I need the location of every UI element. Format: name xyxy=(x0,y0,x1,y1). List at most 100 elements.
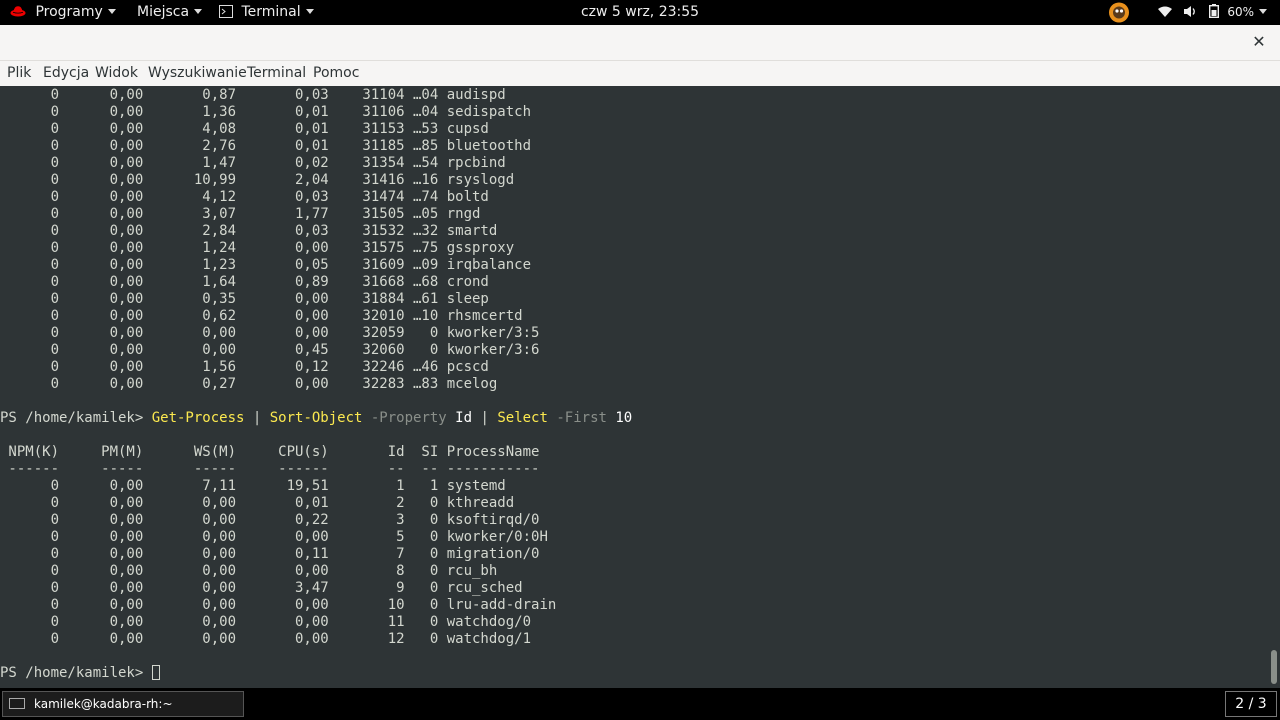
prompt-line: PS /home/kamilek> xyxy=(0,664,160,682)
command-cmdlet: Get-Process xyxy=(151,410,245,426)
menu-terminal[interactable]: Terminal xyxy=(247,61,306,86)
table-row: 0 0,00 0,62 0,00 32010 …10 rhsmcertd xyxy=(0,308,523,325)
terminal-app-icon xyxy=(219,4,233,18)
row-text: 0 0,00 0,62 0,00 32010 …10 rhsmcertd xyxy=(0,308,523,324)
terminal-app-label: Terminal xyxy=(241,4,301,20)
row-text: 0 0,00 0,27 0,00 32283 …83 mcelog xyxy=(0,376,498,392)
prompt: PS /home/kamilek> xyxy=(0,410,152,426)
places-label: Miejsca xyxy=(137,4,190,20)
table-header-underline: ------ ----- ----- ------ -- -- --------… xyxy=(0,461,539,478)
battery-icon xyxy=(1208,4,1219,19)
clock[interactable]: czw 5 wrz, 23:55 xyxy=(581,4,699,20)
cursor[interactable] xyxy=(151,664,160,680)
table-row: 0 0,00 7,11 19,51 1 1 systemd xyxy=(0,478,506,495)
menu-pomoc[interactable]: Pomoc xyxy=(313,61,359,86)
command-argument: Id xyxy=(446,410,473,426)
row-text: 0 0,00 0,00 0,22 3 0 ksoftirqd/0 xyxy=(0,512,540,528)
command-argument: 10 xyxy=(606,410,633,426)
row-text: 0 0,00 0,00 0,00 5 0 kworker/0:0H xyxy=(0,529,548,545)
row-text: 0 0,00 1,24 0,00 31575 …75 gssproxy xyxy=(0,240,515,256)
table-row: 0 0,00 0,00 0,00 8 0 rcu_bh xyxy=(0,563,498,580)
taskbar: kamilek@kadabra-rh:~ 2 / 3 xyxy=(0,688,1280,720)
taskbar-window-label: kamilek@kadabra-rh:~ xyxy=(34,697,173,711)
table-row: 0 0,00 1,64 0,89 31668 …68 crond xyxy=(0,274,489,291)
row-text: 0 0,00 1,23 0,05 31609 …09 irqbalance xyxy=(0,257,532,273)
table-row: 0 0,00 0,00 0,11 7 0 migration/0 xyxy=(0,546,540,563)
table-header: NPM(K) PM(M) WS(M) CPU(s) Id SI ProcessN… xyxy=(0,444,539,461)
row-text: 0 0,00 1,47 0,02 31354 …54 rpcbind xyxy=(0,155,506,171)
table-row: 0 0,00 0,00 0,01 2 0 kthreadd xyxy=(0,495,515,512)
menu-edycja[interactable]: Edycja xyxy=(43,61,89,86)
avatar-icon[interactable] xyxy=(1108,2,1130,23)
system-status-menu[interactable]: 60% xyxy=(1157,0,1268,25)
row-text: 0 0,00 2,76 0,01 31185 …85 bluetoothd xyxy=(0,138,532,154)
table-row: 0 0,00 0,27 0,00 32283 …83 mcelog xyxy=(0,376,498,393)
row-text: 0 0,00 3,07 1,77 31505 …05 rngd xyxy=(0,206,481,222)
row-text: 0 0,00 10,99 2,04 31416 …16 rsyslogd xyxy=(0,172,515,188)
apps-menu[interactable]: Programy xyxy=(10,0,116,25)
row-text: 0 0,00 0,35 0,00 31884 …61 sleep xyxy=(0,291,489,307)
redhat-logo-icon xyxy=(10,6,26,17)
row-text: 0 0,00 0,00 0,00 11 0 watchdog/0 xyxy=(0,614,532,630)
chevron-down-icon xyxy=(1259,8,1268,14)
row-text: 0 0,00 4,08 0,01 31153 …53 cupsd xyxy=(0,121,489,137)
row-text: 0 0,00 0,00 3,47 9 0 rcu_sched xyxy=(0,580,523,596)
scrollbar-thumb[interactable] xyxy=(1271,650,1277,684)
chevron-down-icon xyxy=(107,8,116,14)
places-menu[interactable]: Miejsca xyxy=(137,0,203,25)
table-row: 0 0,00 2,84 0,03 31532 …32 smartd xyxy=(0,223,498,240)
table-row: 0 0,00 10,99 2,04 31416 …16 rsyslogd xyxy=(0,172,515,189)
row-text: 0 0,00 4,12 0,03 31474 …74 boltd xyxy=(0,189,489,205)
table-row: 0 0,00 3,07 1,77 31505 …05 rngd xyxy=(0,206,481,223)
table-row: 0 0,00 1,36 0,01 31106 …04 sedispatch xyxy=(0,104,531,121)
row-text: 0 0,00 0,00 0,00 10 0 lru-add-drain xyxy=(0,597,557,613)
row-text: 0 0,00 1,64 0,89 31668 …68 crond xyxy=(0,274,489,290)
row-text: 0 0,00 0,00 0,00 32059 0 kworker/3:5 xyxy=(0,325,540,341)
volume-icon xyxy=(1184,5,1196,17)
prompt: PS /home/kamilek> xyxy=(0,665,152,681)
command-parameter: -Property xyxy=(362,410,447,426)
table-row: 0 0,00 0,00 0,00 5 0 kworker/0:0H xyxy=(0,529,548,546)
row-text: 0 0,00 1,56 0,12 32246 …46 pcscd xyxy=(0,359,489,375)
table-row: 0 0,00 4,12 0,03 31474 …74 boltd xyxy=(0,189,489,206)
table-row: 0 0,00 0,00 0,00 32059 0 kworker/3:5 xyxy=(0,325,540,342)
row-text: 0 0,00 0,00 0,11 7 0 migration/0 xyxy=(0,546,540,562)
scrollbar[interactable] xyxy=(1268,86,1280,688)
terminal-output[interactable]: 0 0,00 0,87 0,03 31104 …04 audispd 0 0,0… xyxy=(0,86,1268,688)
menu-plik[interactable]: Plik xyxy=(7,61,31,86)
table-row: 0 0,00 0,00 0,22 3 0 ksoftirqd/0 xyxy=(0,512,540,529)
table-row: 0 0,00 0,00 0,00 12 0 watchdog/1 xyxy=(0,631,531,648)
table-row: 0 0,00 1,24 0,00 31575 …75 gssproxy xyxy=(0,240,515,257)
close-icon[interactable]: ✕ xyxy=(1248,31,1270,53)
row-text: 0 0,00 0,87 0,03 31104 …04 audispd xyxy=(0,87,506,103)
header-text: NPM(K) PM(M) WS(M) CPU(s) Id SI ProcessN… xyxy=(0,444,540,460)
table-row: 0 0,00 1,56 0,12 32246 …46 pcscd xyxy=(0,359,489,376)
chevron-down-icon xyxy=(305,8,314,14)
table-row: 0 0,00 0,00 0,00 10 0 lru-add-drain xyxy=(0,597,557,614)
window-titlebar[interactable]: ✕ xyxy=(0,25,1280,61)
header-underline-text: ------ ----- ----- ------ -- -- --------… xyxy=(0,461,540,477)
chevron-down-icon xyxy=(194,8,203,14)
wifi-icon xyxy=(1158,6,1172,17)
command-pipe: | xyxy=(244,410,270,426)
row-text: 0 0,00 0,00 0,01 2 0 kthreadd xyxy=(0,495,515,511)
table-row: 0 0,00 0,87 0,03 31104 …04 audispd xyxy=(0,87,506,104)
taskbar-window-item[interactable]: kamilek@kadabra-rh:~ xyxy=(2,691,244,717)
command-line: PS /home/kamilek> Get-Process | Sort-Obj… xyxy=(0,410,632,427)
table-row: 0 0,00 0,00 3,47 9 0 rcu_sched xyxy=(0,580,523,597)
terminal-app-menu[interactable]: Terminal xyxy=(219,0,314,25)
row-text: 0 0,00 0,00 0,00 8 0 rcu_bh xyxy=(0,563,498,579)
menu-bar: Plik Edycja Widok Wyszukiwanie Terminal … xyxy=(0,61,1280,86)
apps-label: Programy xyxy=(35,4,103,20)
terminal-window-icon xyxy=(9,698,25,709)
menu-wyszukiwanie[interactable]: Wyszukiwanie xyxy=(148,61,247,86)
workspace-indicator[interactable]: 2 / 3 xyxy=(1225,691,1277,717)
table-row: 0 0,00 1,23 0,05 31609 …09 irqbalance xyxy=(0,257,531,274)
row-text: 0 0,00 2,84 0,03 31532 …32 smartd xyxy=(0,223,498,239)
row-text: 0 0,00 7,11 19,51 1 1 systemd xyxy=(0,478,506,494)
table-row: 0 0,00 0,00 0,00 11 0 watchdog/0 xyxy=(0,614,531,631)
row-text: 0 0,00 1,36 0,01 31106 …04 sedispatch xyxy=(0,104,532,120)
menu-widok[interactable]: Widok xyxy=(95,61,138,86)
table-row: 0 0,00 2,76 0,01 31185 …85 bluetoothd xyxy=(0,138,531,155)
top-bar: Programy Miejsca Terminal czw 5 wrz, 23:… xyxy=(0,0,1280,25)
